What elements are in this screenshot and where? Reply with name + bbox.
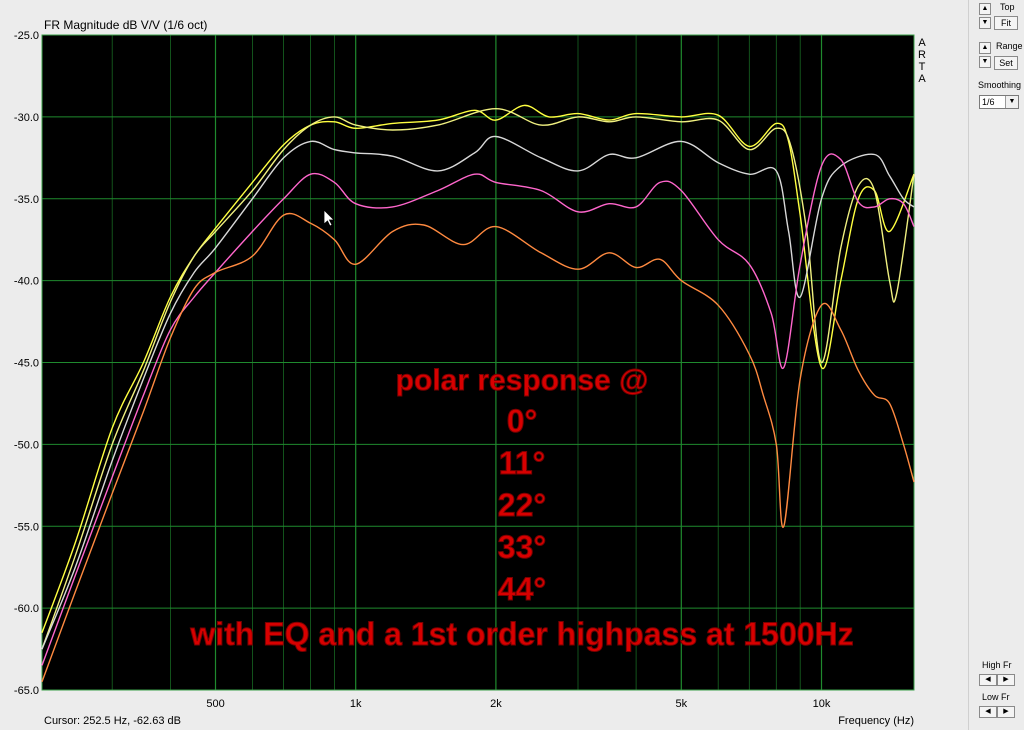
low-fr-label: Low Fr bbox=[982, 692, 1010, 702]
set-button[interactable]: Set bbox=[994, 56, 1018, 70]
smoothing-label: Smoothing bbox=[978, 80, 1022, 90]
top-up-arrow[interactable]: ▲ bbox=[979, 3, 991, 15]
y-tick-label: -55.0 bbox=[14, 521, 39, 533]
overlay-line: 22° bbox=[498, 487, 546, 523]
low-fr-right-arrow[interactable]: ▶ bbox=[997, 706, 1015, 718]
y-tick-label: -30.0 bbox=[14, 112, 39, 124]
overlay-line: 11° bbox=[499, 445, 546, 481]
x-tick-label: 500 bbox=[206, 698, 224, 710]
chevron-down-icon[interactable]: ▼ bbox=[1005, 96, 1018, 108]
arta-letter: T bbox=[919, 61, 926, 73]
y-tick-labels: -25.0 -30.0 -35.0 -40.0 -45.0 -50.0 -55.0 -60.0… bbox=[14, 30, 39, 697]
overlay-line: 33° bbox=[498, 529, 546, 565]
y-tick-label: -25.0 bbox=[14, 30, 39, 42]
x-axis-label: Frequency (Hz) bbox=[838, 715, 914, 727]
smoothing-select[interactable]: 1/6 ▼ bbox=[979, 95, 1019, 109]
x-tick-label: 1k bbox=[350, 698, 362, 710]
overlay-line: 44° bbox=[498, 571, 546, 607]
low-fr-left-arrow[interactable]: ◀ bbox=[979, 706, 997, 718]
high-fr-right-arrow[interactable]: ▶ bbox=[997, 674, 1015, 686]
x-tick-label: 10k bbox=[813, 698, 831, 710]
overlay-line: polar response @ bbox=[396, 364, 649, 397]
y-tick-label: -50.0 bbox=[14, 439, 39, 451]
arta-letters: ARTA bbox=[918, 37, 926, 85]
x-tick-labels: 500 1k 2k 5k 10k bbox=[206, 698, 830, 710]
chart: FR Magnitude dB V/V (1/6 oct) -25.0 -30.0… bbox=[14, 18, 926, 727]
fit-button[interactable]: Fit bbox=[994, 16, 1018, 30]
control-panel: ▲ ▼ Top Fit ▲ ▼ Range Set Smoothing 1/6 … bbox=[968, 0, 1024, 730]
smoothing-value: 1/6 bbox=[982, 97, 995, 107]
y-tick-label: -60.0 bbox=[14, 603, 39, 615]
y-tick-label: -35.0 bbox=[14, 194, 39, 206]
cursor-readout: Cursor: 252.5 Hz, -62.63 dB bbox=[44, 715, 181, 727]
range-label: Range bbox=[996, 41, 1023, 51]
top-down-arrow[interactable]: ▼ bbox=[979, 17, 991, 29]
range-up-arrow[interactable]: ▲ bbox=[979, 42, 991, 54]
overlay-line: with EQ and a 1st order highpass at 1500… bbox=[189, 616, 853, 652]
y-tick-label: -45.0 bbox=[14, 358, 39, 370]
range-down-arrow[interactable]: ▼ bbox=[979, 56, 991, 68]
arta-letter: A bbox=[918, 73, 926, 85]
x-tick-label: 2k bbox=[490, 698, 502, 710]
top-label: Top bbox=[1000, 2, 1015, 12]
chart-title: FR Magnitude dB V/V (1/6 oct) bbox=[44, 18, 207, 32]
high-fr-label: High Fr bbox=[982, 660, 1012, 670]
arta-letter: A bbox=[918, 37, 926, 49]
high-fr-left-arrow[interactable]: ◀ bbox=[979, 674, 997, 686]
y-tick-label: -40.0 bbox=[14, 276, 39, 288]
arta-letter: R bbox=[918, 49, 926, 61]
x-tick-label: 5k bbox=[675, 698, 687, 710]
overlay-line: 0° bbox=[507, 403, 538, 439]
y-tick-label: -65.0 bbox=[14, 685, 39, 697]
